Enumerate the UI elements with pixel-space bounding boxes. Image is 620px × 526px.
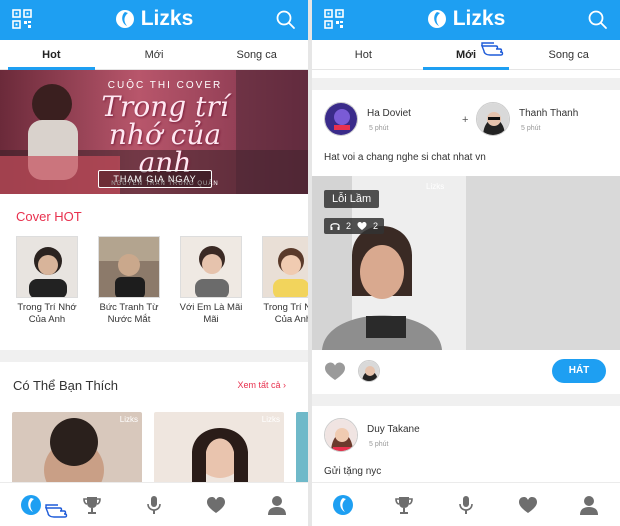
cover-thumbnail — [98, 236, 160, 298]
like-count: 2 — [373, 221, 379, 231]
card-watermark: Lizks — [261, 415, 280, 424]
app-logo: Lizks — [0, 7, 308, 31]
home-icon — [20, 494, 41, 515]
join-now-button[interactable]: THAM GIA NGAY — [98, 170, 212, 188]
app-header: Lizks — [312, 0, 620, 40]
lizks-logo-icon — [115, 10, 134, 28]
cover-item[interactable]: Bức Tranh Từ Nước Mắt — [98, 236, 160, 326]
feed-tabs: Hot Mới Song ca — [0, 40, 308, 70]
screen-hot: Lizks Hot Mới Song ca CUỘC THI COVER Tro… — [0, 0, 308, 526]
pointing-hand-icon — [44, 504, 68, 518]
suggest-card[interactable]: Lizks — [12, 412, 142, 488]
banner-title: Trong trí nhớ của anh — [101, 90, 229, 179]
listen-count: 2 — [346, 221, 352, 231]
post-time: 5 phút — [521, 125, 541, 132]
heart-icon[interactable] — [324, 361, 346, 381]
post-caption: Hat voi a chang nghe si chat nhat vn — [324, 152, 486, 163]
trophy-icon — [83, 496, 102, 514]
video-player[interactable]: Lizks Lỗi Lầm 2 2 — [312, 176, 620, 350]
feed-gap — [312, 394, 620, 406]
post-user-name[interactable]: Thanh Thanh — [519, 108, 578, 119]
cover-hot-list: Trong Trí Nhớ Của Anh Bức Tranh Từ Nước … — [0, 236, 308, 336]
nav-favorites[interactable] — [185, 483, 247, 526]
contest-banner[interactable]: CUỘC THI COVER Trong trí nhớ của anh NGU… — [0, 70, 308, 194]
heart-icon — [518, 496, 537, 513]
heart-icon — [206, 496, 225, 513]
chevron-right-icon: › — [283, 380, 286, 390]
app-name: Lizks — [452, 7, 506, 30]
cover-hot-title: Cover HOT — [16, 209, 82, 224]
post-caption: Gửi tặng nyc — [324, 466, 382, 477]
app-header: Lizks — [0, 0, 308, 40]
card-watermark: Lizks — [119, 415, 138, 424]
stats-chip: 2 2 — [324, 218, 385, 234]
duet-plus: + — [462, 114, 469, 126]
tab-duet[interactable]: Song ca — [517, 40, 620, 69]
section-divider — [0, 350, 308, 362]
app-logo: Lizks — [312, 7, 620, 31]
see-all-label: Xem tất cả — [237, 380, 281, 390]
search-icon[interactable] — [587, 9, 608, 30]
cover-title: Với Em Là Mãi Mãi — [179, 302, 243, 325]
post-user-name[interactable]: Duy Takane — [367, 424, 420, 435]
avatar-thanh-thanh[interactable] — [476, 102, 510, 136]
nav-sing[interactable] — [123, 483, 185, 526]
cover-thumbnail — [262, 236, 308, 298]
headphones-icon — [330, 223, 340, 230]
post-time: 5 phút — [369, 125, 389, 132]
cover-thumbnail — [16, 236, 78, 298]
cover-item[interactable]: Với Em Là Mãi Mãi — [180, 236, 242, 326]
nav-favorites[interactable] — [497, 483, 559, 526]
nav-home[interactable] — [312, 483, 374, 526]
heart-icon — [357, 222, 367, 230]
microphone-icon — [459, 495, 473, 514]
cover-item[interactable]: Trong Trí Nhớ Của Anh — [262, 236, 308, 326]
suggest-card[interactable]: Lizks — [154, 412, 284, 488]
song-title-chip: Lỗi Lầm — [324, 190, 380, 208]
microphone-icon — [147, 495, 161, 514]
cover-title: Bức Tranh Từ Nước Mắt — [99, 302, 159, 325]
nav-profile[interactable] — [558, 483, 620, 526]
tab-new[interactable]: Mới — [103, 40, 206, 69]
post-user-name[interactable]: Ha Doviet — [367, 108, 411, 119]
trophy-icon — [395, 496, 414, 514]
pointing-hand-icon — [480, 42, 504, 56]
sing-button[interactable]: HÁT — [552, 359, 606, 383]
profile-icon — [268, 495, 287, 515]
post-time: 5 phút — [369, 441, 389, 448]
tab-hot[interactable]: Hot — [0, 40, 103, 70]
suggest-title: Có Thể Bạn Thích — [13, 378, 119, 393]
liker-avatar[interactable] — [358, 360, 380, 382]
bottom-navigation — [312, 482, 620, 526]
tab-duet[interactable]: Song ca — [205, 40, 308, 69]
cover-title: Trong Trí Nhớ Của Anh — [263, 302, 308, 325]
search-icon[interactable] — [275, 9, 296, 30]
cover-title: Trong Trí Nhớ Của Anh — [17, 302, 77, 325]
avatar-duy-takane[interactable] — [324, 418, 358, 452]
nav-sing[interactable] — [435, 483, 497, 526]
tab-hot[interactable]: Hot — [312, 40, 415, 69]
feed-tabs: Hot Mới Song ca — [312, 40, 620, 70]
feed-post: Duy Takane 5 phút Gửi tặng nyc — [312, 406, 620, 486]
nav-profile[interactable] — [246, 483, 308, 526]
suggest-card[interactable] — [296, 412, 308, 488]
nav-contest[interactable] — [374, 483, 436, 526]
cover-thumbnail — [180, 236, 242, 298]
screen-new: Lizks Hot Mới Song ca Ha Doviet 5 phút +… — [312, 0, 620, 526]
home-icon — [332, 494, 353, 515]
profile-icon — [580, 495, 599, 515]
see-all-link[interactable]: Xem tất cả › — [237, 380, 286, 390]
avatar-ha-doviet[interactable] — [324, 102, 358, 136]
feed-gap — [312, 78, 620, 90]
cover-item[interactable]: Trong Trí Nhớ Của Anh — [16, 236, 78, 326]
lizks-logo-icon — [427, 10, 446, 28]
video-watermark: Lizks — [426, 182, 445, 191]
app-name: Lizks — [140, 7, 194, 30]
